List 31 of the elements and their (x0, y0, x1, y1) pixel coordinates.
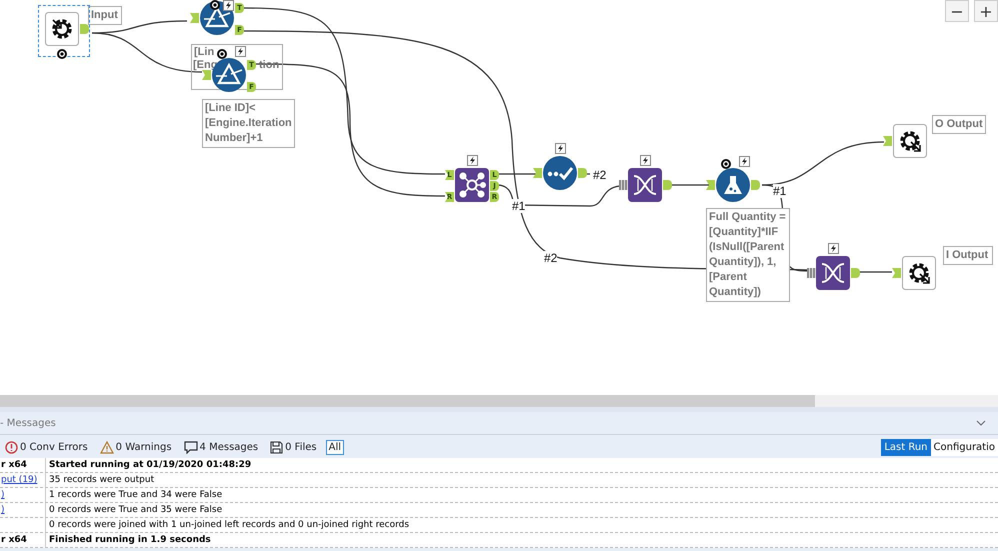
view-tab[interactable]: Configuratio (930, 439, 998, 456)
zoom-button[interactable]: + (974, 0, 998, 22)
filter-button[interactable]: 0 Conv Errors (2, 439, 91, 456)
message-text: 35 records were output (49, 475, 154, 485)
tool-link[interactable]: ) (1, 505, 5, 515)
filter-button[interactable]: 0 Files (267, 439, 320, 456)
annotation-text: [Lin (194, 46, 214, 59)
annotation-label: Input (88, 6, 122, 25)
connection-label: #2 (544, 251, 558, 265)
tool-link[interactable]: ) (1, 490, 5, 500)
tool-link[interactable]: put (19) (1, 475, 38, 485)
message-text: 0 records were True and 35 were False (49, 505, 222, 515)
annotation-label: O Output (932, 115, 986, 134)
source-text: r x64 (1, 460, 27, 470)
message-text: 0 records were joined with 1 un-joined left records and 0 un-joined right records (49, 520, 410, 530)
annotation-label: Full Quantity = [Quantity]*IIF (IsNull([Parent Quantity]), 1, [Parent Quantity]) (706, 208, 790, 302)
annotation-label: [Line ID]< [Engine.Iteration Number]+1 (202, 99, 295, 148)
zoom-button[interactable]: − (945, 0, 969, 22)
message-text: 1 records were True and 34 were False (49, 490, 222, 500)
filter-button[interactable]: All (326, 440, 344, 455)
filter-button[interactable]: 0 Warnings (96, 439, 175, 456)
view-tab[interactable]: Last Run (881, 439, 931, 456)
filter-button[interactable]: 4 Messages (180, 439, 262, 456)
annotation-label: I Output (943, 246, 993, 265)
message-text: Started running at 01/19/2020 01:48:29 (49, 460, 252, 470)
connection-label: #1 (512, 199, 526, 213)
panel-title: - Messages (0, 418, 56, 428)
connection-label: #2 (593, 168, 606, 182)
message-text: Finished running in 1.9 seconds (49, 535, 211, 545)
connection-label: #1 (773, 184, 786, 198)
source-text: r x64 (1, 535, 27, 545)
